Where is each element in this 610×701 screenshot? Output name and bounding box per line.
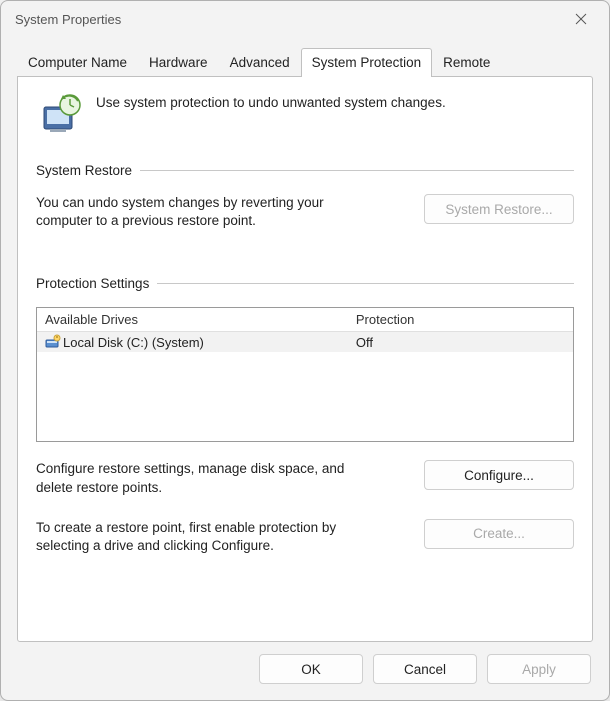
tab-panel-system-protection: Use system protection to undo unwanted s… [17,76,593,642]
group-label-protection-settings: Protection Settings [36,276,149,291]
group-protection-settings: Protection Settings Available Drives Pro… [36,276,574,609]
close-icon [575,13,587,25]
drive-name: Local Disk (C:) (System) [63,335,204,350]
apply-button[interactable]: Apply [487,654,591,684]
system-restore-button[interactable]: System Restore... [424,194,574,224]
tab-remote[interactable]: Remote [432,48,501,77]
close-button[interactable] [561,4,601,34]
tab-hardware[interactable]: Hardware [138,48,219,77]
configure-description: Configure restore settings, manage disk … [36,460,376,496]
system-protection-icon [40,93,84,137]
titlebar: System Properties [1,1,609,37]
drive-icon [45,334,61,350]
divider [157,283,574,284]
content-area: Computer Name Hardware Advanced System P… [1,37,609,642]
cancel-button[interactable]: Cancel [373,654,477,684]
tab-system-protection[interactable]: System Protection [301,48,433,77]
system-properties-window: System Properties Computer Name Hardware… [0,0,610,701]
column-header-protection[interactable]: Protection [348,308,573,331]
dialog-footer: OK Cancel Apply [1,642,609,700]
create-description: To create a restore point, first enable … [36,519,376,555]
create-button[interactable]: Create... [424,519,574,549]
ok-button[interactable]: OK [259,654,363,684]
tab-advanced[interactable]: Advanced [219,48,301,77]
intro-text: Use system protection to undo unwanted s… [96,93,446,110]
group-label-system-restore: System Restore [36,163,132,178]
drive-protection-status: Off [348,333,573,352]
divider [140,170,574,171]
tab-computer-name[interactable]: Computer Name [17,48,138,77]
drives-table-header: Available Drives Protection [37,308,573,332]
intro-row: Use system protection to undo unwanted s… [36,87,574,163]
window-title: System Properties [15,12,121,27]
table-row[interactable]: Local Disk (C:) (System) Off [37,332,573,352]
group-system-restore: System Restore You can undo system chang… [36,163,574,242]
column-header-drives[interactable]: Available Drives [37,308,348,331]
tab-strip: Computer Name Hardware Advanced System P… [17,47,593,76]
system-restore-description: You can undo system changes by reverting… [36,194,376,230]
configure-button[interactable]: Configure... [424,460,574,490]
drives-table[interactable]: Available Drives Protection Local Disk (… [36,307,574,442]
